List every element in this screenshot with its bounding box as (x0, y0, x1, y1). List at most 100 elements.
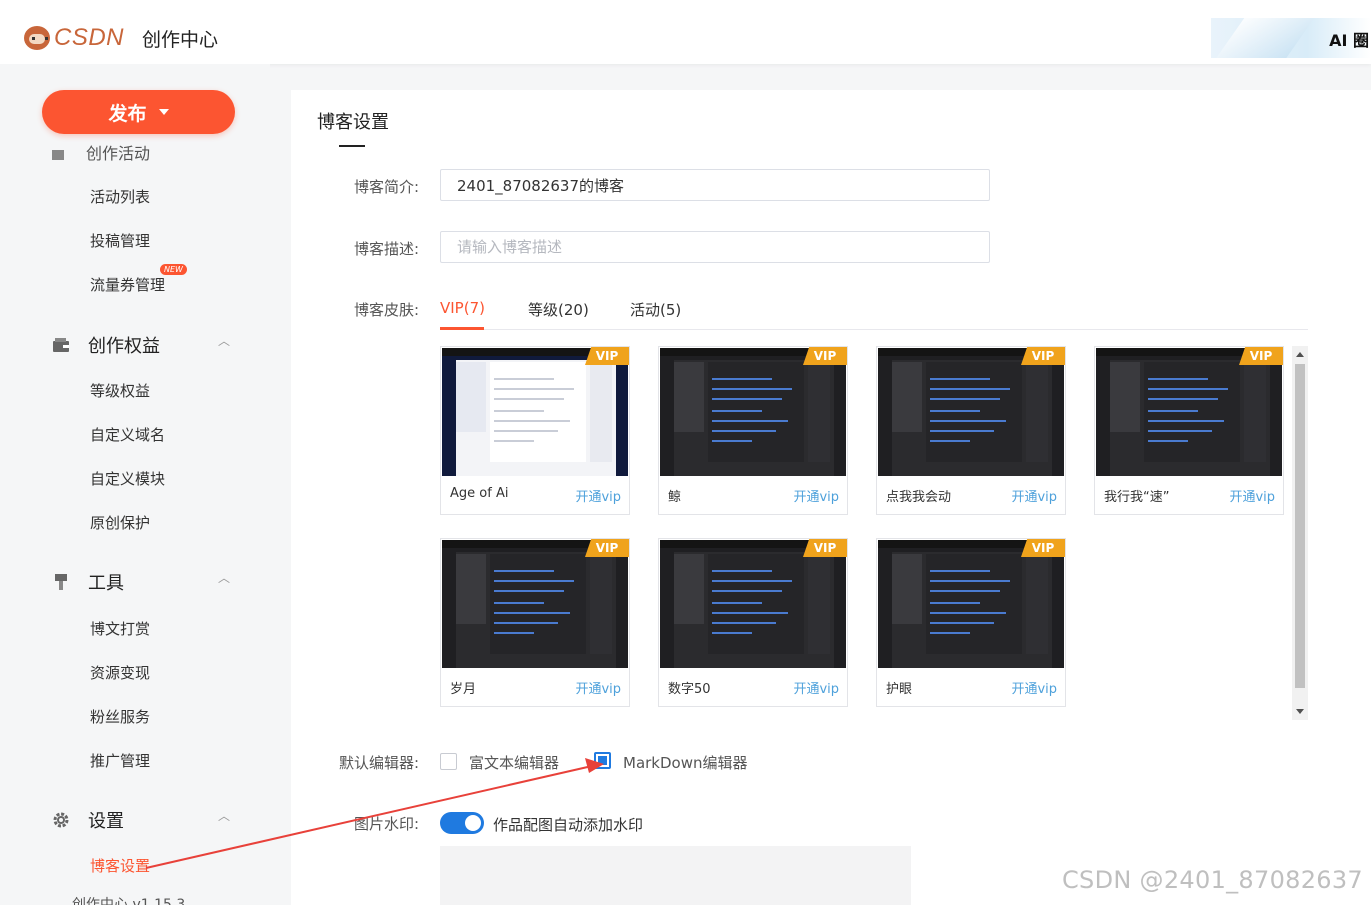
watermark-label: 图片水印: (353, 815, 419, 833)
vip-badge: VIP (585, 347, 629, 365)
skin-card[interactable]: VIP 护眼 开通vip (876, 538, 1066, 707)
sidebar-item-custom-module[interactable]: 自定义模块 (90, 468, 165, 489)
vip-badge: VIP (1021, 539, 1065, 557)
skin-name: Age of Ai (450, 486, 509, 501)
intro-label: 博客简介: (353, 178, 419, 196)
new-badge: NEW (160, 264, 187, 275)
ai-banner[interactable]: AI 圈 (1211, 18, 1371, 58)
blog-desc-input[interactable] (440, 231, 990, 263)
skin-preview-image[interactable] (660, 348, 846, 476)
scroll-up-icon[interactable] (1296, 352, 1304, 357)
page-title: 博客设置 (317, 112, 389, 133)
logo-text: CSDN (54, 24, 125, 51)
wallet-icon (52, 336, 70, 354)
sidebar-item-promotion[interactable]: 推广管理 (90, 750, 150, 771)
tab-activity[interactable]: 活动(5) (630, 299, 681, 320)
skin-preview-image[interactable] (442, 540, 628, 668)
flag-icon (52, 149, 64, 160)
sidebar-group-tools[interactable]: 工具 ︿ (52, 569, 230, 595)
rich-text-editor-label[interactable]: 富文本编辑器 (469, 752, 559, 773)
open-vip-link[interactable]: 开通vip (575, 486, 621, 505)
markdown-editor-checkbox[interactable] (594, 752, 611, 769)
banner-graphic-icon (1213, 18, 1319, 58)
skin-tabs: VIP(7) 等级(20) 活动(5) (440, 290, 1308, 330)
skin-grid: VIP Age of Ai 开通vip VIP 鲸开通vip VIP 点我我会动 开通vip V… (440, 346, 1308, 720)
editor-label: 默认编辑器: (338, 754, 419, 772)
ai-banner-text: AI 圈 (1329, 31, 1369, 50)
active-tab-indicator (440, 327, 484, 330)
brand-title: 创作中心 (142, 28, 219, 51)
publish-label: 发布 (108, 102, 147, 125)
tab-vip[interactable]: VIP(7) (440, 299, 485, 317)
markdown-editor-label[interactable]: MarkDown编辑器 (623, 752, 748, 773)
sidebar-group-label: 设置 (88, 811, 124, 832)
skin-preview-image[interactable] (1096, 348, 1282, 476)
watermark-preview (440, 846, 911, 905)
vip-badge: VIP (1021, 347, 1065, 365)
skin-card[interactable]: VIP 点我我会动 开通vip (876, 346, 1066, 515)
chevron-up-icon: ︿ (218, 571, 231, 585)
sidebar-group-label: 工具 (88, 573, 124, 594)
rich-text-editor-checkbox[interactable] (440, 753, 457, 770)
blog-intro-input[interactable] (440, 169, 990, 201)
skin-name: 鲸 (668, 490, 682, 505)
sidebar: 发布 创作活动 活动列表 投稿管理 流量券管理 NEW 创作权益 ︿ 等级权益 … (0, 64, 270, 905)
skin-name: 我行我“速” (1104, 490, 1170, 505)
sidebar-item-fan-service[interactable]: 粉丝服务 (90, 706, 150, 727)
sidebar-item-blog-settings[interactable]: 博客设置 (90, 855, 150, 876)
sidebar-item-resource-monetization[interactable]: 资源变现 (90, 662, 150, 683)
top-bar: CSDN 创作中心 AI 圈 (0, 0, 1371, 64)
skin-name: 岁月 (450, 682, 477, 697)
skin-card[interactable]: VIP 我行我“速” 开通vip (1094, 346, 1284, 515)
open-vip-link[interactable]: 开通vip (1229, 486, 1275, 505)
skin-preview-image[interactable] (878, 540, 1064, 668)
main-panel: 博客设置 博客简介: 博客描述: 博客皮肤: VIP(7) 等级(20) 活动(… (291, 90, 1371, 905)
skin-preview-image[interactable] (878, 348, 1064, 476)
sidebar-group-label: 创作权益 (88, 336, 160, 357)
skin-name: 护眼 (886, 682, 913, 697)
sidebar-item-custom-domain[interactable]: 自定义域名 (90, 424, 165, 445)
sidebar-item-tipping[interactable]: 博文打赏 (90, 618, 150, 639)
chevron-up-icon: ︿ (218, 809, 231, 823)
open-vip-link[interactable]: 开通vip (1011, 678, 1057, 697)
skin-card[interactable]: VIP 鲸 开通vip (658, 346, 848, 515)
skin-card[interactable]: VIP 数字50 开通vip (658, 538, 848, 707)
skin-grid-scrollbar[interactable] (1292, 346, 1308, 720)
version-text: 创作中心 v1.15.3 (72, 897, 186, 905)
sidebar-item-submissions[interactable]: 投稿管理 (90, 230, 150, 251)
skin-preview-image[interactable] (442, 348, 628, 476)
scroll-down-icon[interactable] (1296, 709, 1304, 714)
chevron-up-icon: ︿ (218, 334, 231, 348)
sidebar-group-benefits[interactable]: 创作权益 ︿ (52, 332, 230, 358)
csdn-watermark: CSDN @2401_87082637 (1062, 866, 1363, 894)
sidebar-item-activities[interactable]: 创作活动 (52, 140, 150, 164)
sidebar-item-label: 流量券管理 (90, 276, 166, 294)
open-vip-link[interactable]: 开通vip (793, 486, 839, 505)
sidebar-item-level-benefits[interactable]: 等级权益 (90, 380, 150, 401)
skin-name: 点我我会动 (886, 490, 952, 505)
open-vip-link[interactable]: 开通vip (793, 678, 839, 697)
skin-label: 博客皮肤: (353, 301, 419, 319)
csdn-logo-icon (24, 26, 50, 50)
watermark-toggle-label: 作品配图自动添加水印 (493, 816, 644, 834)
skin-name: 数字50 (668, 682, 711, 697)
open-vip-link[interactable]: 开通vip (1011, 486, 1057, 505)
sidebar-item-traffic-coupons[interactable]: 流量券管理 NEW (90, 264, 187, 295)
caret-down-icon (158, 109, 169, 115)
sidebar-item-activity-list[interactable]: 活动列表 (90, 186, 150, 207)
watermark-toggle[interactable] (440, 812, 484, 834)
sidebar-item-original-protection[interactable]: 原创保护 (90, 512, 150, 533)
sidebar-group-settings[interactable]: 设置 ︿ (52, 807, 230, 833)
scrollbar-thumb[interactable] (1295, 364, 1305, 688)
gear-icon (52, 811, 70, 829)
tab-level[interactable]: 等级(20) (528, 299, 589, 320)
skin-preview-image[interactable] (660, 540, 846, 668)
publish-button[interactable]: 发布 (42, 90, 235, 134)
sidebar-item-label: 创作活动 (86, 144, 151, 163)
skin-card[interactable]: VIP Age of Ai 开通vip (440, 346, 630, 515)
brand[interactable]: CSDN 创作中心 (24, 24, 218, 52)
title-underline (339, 145, 365, 147)
skin-card[interactable]: VIP 岁月 开通vip (440, 538, 630, 707)
tools-icon (52, 573, 70, 591)
open-vip-link[interactable]: 开通vip (575, 678, 621, 697)
